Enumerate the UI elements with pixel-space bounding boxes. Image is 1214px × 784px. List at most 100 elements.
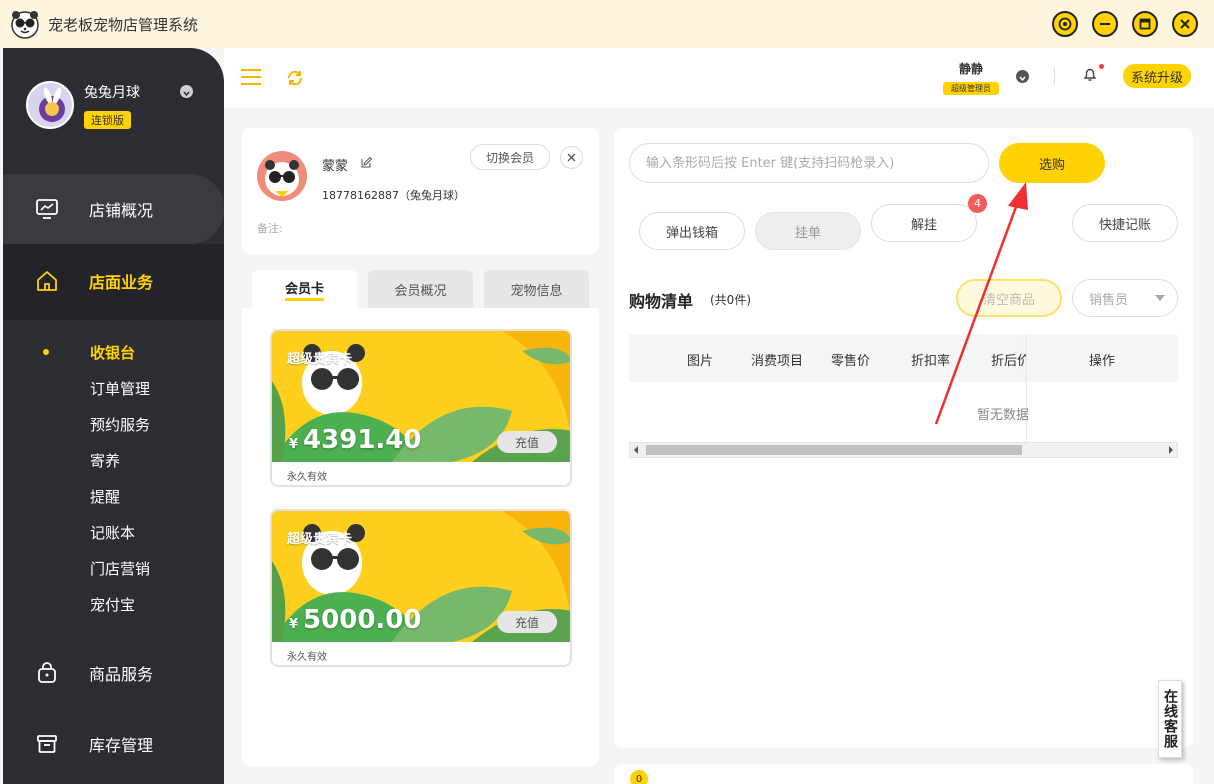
card-artwork: 超级贵宾卡 ¥5000.00 充值	[272, 511, 570, 642]
sidebar-item-label: 店面业务	[89, 273, 154, 292]
scroll-left-icon[interactable]	[634, 446, 638, 454]
upgrade-button[interactable]: 系统升级	[1123, 64, 1191, 88]
cart-total-badge: 0	[630, 770, 648, 784]
select-products-button[interactable]: 选购	[999, 143, 1105, 183]
tab-pet-info[interactable]: 宠物信息	[484, 270, 589, 308]
sidebar-item-storefront[interactable]: 店面业务	[3, 246, 224, 316]
scrollbar-thumb[interactable]	[646, 445, 1022, 455]
edition-badge: 连锁版	[84, 111, 131, 129]
column-header: 图片	[687, 354, 714, 369]
card-artwork: 超级贵宾卡 ¥4391.40 充值	[272, 331, 570, 462]
hold-order-button[interactable]: 挂单	[755, 212, 861, 250]
app-title: 宠老板宠物店管理系统	[48, 15, 199, 34]
card-balance: ¥5000.00	[289, 605, 421, 635]
rabbit-moon-icon	[39, 87, 65, 122]
target-icon	[1058, 17, 1072, 31]
submenu-boarding[interactable]: 寄养	[90, 450, 120, 471]
chevron-down-icon[interactable]	[1016, 70, 1029, 83]
open-cash-drawer-button[interactable]: 弹出钱箱	[639, 212, 745, 250]
cart-table-header: 图片 消费项目 零售价 折扣率 折后价 操作	[629, 334, 1178, 382]
close-icon	[567, 153, 576, 162]
bottom-summary-bar: 0	[614, 764, 1193, 784]
sidebar-item-overview[interactable]: 店铺概况	[3, 174, 224, 244]
settings-button[interactable]	[1052, 11, 1078, 37]
checkout-panel: 选购 弹出钱箱 挂单 解挂 4 快捷记账 购物清单 (共0件) 清空商品 销售员…	[614, 128, 1193, 748]
close-window-button[interactable]	[1172, 11, 1198, 37]
bag-icon	[38, 662, 56, 683]
sidebar-user: 兔兔月球 连锁版	[3, 48, 224, 148]
card-validity: 永久有效	[287, 652, 327, 663]
role-badge: 超级管理员	[943, 82, 999, 95]
edit-icon[interactable]	[361, 156, 373, 168]
quick-account-button[interactable]: 快捷记账	[1072, 204, 1178, 242]
sidebar-item-label: 商品服务	[89, 665, 154, 684]
barcode-input[interactable]	[629, 143, 989, 183]
submenu-marketing[interactable]: 门店营销	[90, 558, 150, 579]
card-title: 超级贵宾卡	[287, 532, 353, 547]
submenu-cashier[interactable]: 收银台	[90, 342, 135, 363]
store-name: 兔兔月球	[84, 85, 140, 101]
cart-count: (共0件)	[710, 293, 751, 307]
bell-icon[interactable]	[1082, 66, 1098, 82]
box-icon	[37, 735, 57, 753]
sidebar-item-inventory[interactable]: 库存管理	[3, 709, 224, 779]
member-cards-panel: 超级贵宾卡 ¥4391.40 充值 永久有效 超级贵宾卡 ¥ 5000.00 充…	[242, 308, 599, 766]
panda-logo-icon	[11, 11, 39, 39]
submenu-orders[interactable]: 订单管理	[90, 378, 150, 399]
balance-value: 4391.40	[303, 425, 422, 455]
tab-label: 会员卡	[284, 278, 324, 301]
remove-member-button[interactable]	[560, 146, 583, 169]
member-avatar	[257, 151, 307, 201]
user-name: 静静	[958, 62, 983, 76]
member-tabs: 会员卡 会员概况 宠物信息	[242, 270, 599, 308]
square-icon	[1139, 18, 1151, 30]
notification-dot	[1099, 64, 1104, 69]
menu-toggle-icon[interactable]	[241, 69, 261, 85]
tab-member-overview[interactable]: 会员概况	[368, 270, 473, 308]
home-icon	[37, 271, 57, 291]
cart-title: 购物清单	[629, 292, 694, 311]
card-balance: ¥4391.40	[289, 425, 421, 455]
active-dot	[43, 349, 49, 355]
store-avatar	[26, 81, 74, 129]
recharge-button[interactable]: 充值	[497, 431, 557, 453]
sidebar-item-products[interactable]: 商品服务	[3, 638, 224, 708]
switch-member-button[interactable]: 切换会员	[470, 144, 550, 170]
vip-card[interactable]: 超级贵宾卡 ¥5000.00 充值 永久有效	[270, 509, 572, 667]
currency-symbol: ¥	[289, 437, 299, 452]
recharge-button[interactable]: 充值	[497, 611, 557, 633]
submenu-reminders[interactable]: 提醒	[90, 486, 120, 507]
sidebar-item-label: 库存管理	[89, 736, 154, 755]
sidebar-item-label: 店铺概况	[89, 201, 154, 220]
horizontal-scrollbar[interactable]	[629, 442, 1178, 458]
tab-member-card[interactable]: 会员卡	[252, 270, 357, 308]
vip-card[interactable]: 超级贵宾卡 ¥4391.40 充值 永久有效	[270, 329, 572, 487]
refresh-icon[interactable]	[286, 69, 304, 87]
currency-symbol: ¥	[289, 617, 299, 632]
submenu-ledger[interactable]: 记账本	[90, 522, 135, 543]
column-header: 操作	[1089, 354, 1116, 369]
online-service-button[interactable]: 在线客服	[1158, 680, 1182, 758]
minimize-button[interactable]	[1092, 11, 1118, 37]
annotation-arrow-icon	[934, 182, 1028, 425]
current-user[interactable]: 静静 超级管理员	[943, 60, 999, 95]
sidebar: 兔兔月球 连锁版 店铺概况 店面业务 收银台 订单管理 预约服务 寄养 提醒 记…	[3, 48, 224, 784]
salesperson-select[interactable]: 销售员	[1072, 279, 1178, 317]
member-note-label: 备注:	[257, 222, 283, 235]
top-header: 静静 超级管理员 系统升级	[224, 48, 1214, 108]
chevron-down-icon[interactable]	[180, 85, 193, 98]
submenu-pet-pay[interactable]: 宠付宝	[90, 594, 135, 615]
submenu-appointments[interactable]: 预约服务	[90, 414, 150, 435]
close-icon	[1180, 19, 1190, 29]
monitor-icon	[36, 199, 58, 219]
maximize-button[interactable]	[1132, 11, 1158, 37]
member-info-card: 蒙蒙 18778162887（兔兔月球） 备注: 切换会员	[242, 128, 599, 254]
minus-icon	[1100, 23, 1110, 25]
scroll-right-icon[interactable]	[1169, 446, 1173, 454]
card-validity: 永久有效	[287, 472, 327, 483]
caret-down-icon	[1155, 295, 1165, 301]
balance-value: 5000.00	[303, 605, 422, 635]
title-bar: 宠老板宠物店管理系统	[0, 0, 1214, 48]
panda-avatar-icon	[265, 160, 299, 197]
column-header: 零售价	[831, 354, 871, 369]
